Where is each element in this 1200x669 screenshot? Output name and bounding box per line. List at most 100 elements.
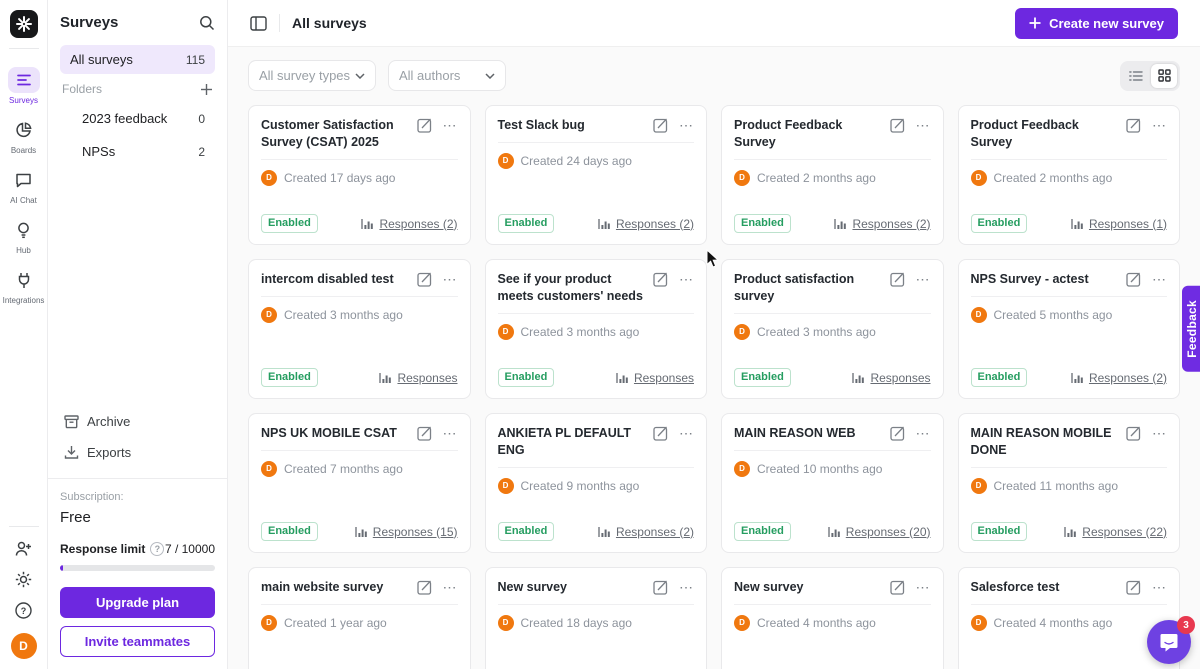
- edit-icon[interactable]: [653, 425, 669, 441]
- survey-card[interactable]: Product Feedback Survey ⋯ D Created 2 mo…: [958, 105, 1181, 245]
- survey-types-dropdown[interactable]: All survey types: [248, 60, 376, 91]
- help-icon[interactable]: ?: [15, 602, 32, 619]
- survey-card[interactable]: NPS UK MOBILE CSAT ⋯ D Created 7 months …: [248, 413, 471, 553]
- authors-dropdown[interactable]: All authors: [388, 60, 506, 91]
- edit-icon[interactable]: [653, 117, 669, 133]
- grid-view-button[interactable]: [1151, 64, 1177, 88]
- folder-item[interactable]: 2023 feedback 0: [60, 102, 215, 135]
- responses-link[interactable]: Responses (22): [1064, 525, 1167, 539]
- card-menu-icon[interactable]: ⋯: [443, 274, 458, 284]
- sidebar-item-all-surveys[interactable]: All surveys 115: [60, 45, 215, 74]
- status-badge: Enabled: [498, 214, 555, 233]
- all-surveys-label: All surveys: [70, 52, 133, 67]
- survey-card[interactable]: Salesforce test ⋯ D Created 4 months ago: [958, 567, 1181, 669]
- edit-icon[interactable]: [890, 117, 906, 133]
- exports-link[interactable]: Exports: [60, 437, 215, 468]
- responses-chart-icon: [616, 372, 629, 384]
- survey-card[interactable]: Product satisfaction survey ⋯ D Created …: [721, 259, 944, 399]
- user-avatar[interactable]: D: [11, 633, 37, 659]
- card-divider: [498, 467, 695, 468]
- chat-widget-button[interactable]: 3: [1147, 620, 1191, 664]
- responses-link[interactable]: Responses (2): [598, 217, 694, 231]
- card-divider: [734, 450, 931, 451]
- card-menu-icon[interactable]: ⋯: [916, 582, 931, 592]
- edit-icon[interactable]: [417, 425, 433, 441]
- edit-icon[interactable]: [653, 271, 669, 287]
- edit-icon[interactable]: [417, 271, 433, 287]
- survey-card[interactable]: MAIN REASON WEB ⋯ D Created 10 months ag…: [721, 413, 944, 553]
- sidebar-title: Surveys: [60, 14, 118, 31]
- responses-link[interactable]: Responses: [852, 371, 930, 385]
- survey-card[interactable]: Product Feedback Survey ⋯ D Created 2 mo…: [721, 105, 944, 245]
- add-folder-icon[interactable]: [200, 83, 213, 96]
- survey-card[interactable]: Test Slack bug ⋯ D Created 24 days ago E…: [485, 105, 708, 245]
- folder-item[interactable]: NPSs 2: [60, 135, 215, 168]
- edit-icon[interactable]: [890, 579, 906, 595]
- edit-icon[interactable]: [890, 425, 906, 441]
- card-menu-icon[interactable]: ⋯: [1152, 274, 1167, 284]
- upgrade-plan-button[interactable]: Upgrade plan: [60, 587, 215, 618]
- survey-card[interactable]: New survey ⋯ D Created 4 months ago: [721, 567, 944, 669]
- edit-icon[interactable]: [1126, 271, 1142, 287]
- responses-label: Responses: [870, 371, 930, 385]
- collapse-sidebar-icon[interactable]: [250, 16, 267, 31]
- search-icon[interactable]: [199, 15, 215, 31]
- create-button-label: Create new survey: [1049, 16, 1164, 31]
- edit-icon[interactable]: [1126, 117, 1142, 133]
- creator-avatar: D: [261, 615, 277, 631]
- card-menu-icon[interactable]: ⋯: [443, 428, 458, 438]
- invite-teammates-button[interactable]: Invite teammates: [60, 626, 215, 657]
- survey-card[interactable]: New survey ⋯ D Created 18 days ago: [485, 567, 708, 669]
- responses-link[interactable]: Responses (2): [598, 525, 694, 539]
- create-new-survey-button[interactable]: Create new survey: [1015, 8, 1178, 39]
- settings-icon[interactable]: [15, 571, 32, 588]
- responses-link[interactable]: Responses (2): [1071, 371, 1167, 385]
- edit-icon[interactable]: [890, 271, 906, 287]
- responses-link[interactable]: Responses (20): [828, 525, 931, 539]
- survey-card[interactable]: Customer Satisfaction Survey (CSAT) 2025…: [248, 105, 471, 245]
- responses-label: Responses (2): [379, 217, 457, 231]
- responses-chart-icon: [598, 526, 611, 538]
- edit-icon[interactable]: [1126, 579, 1142, 595]
- edit-icon[interactable]: [417, 579, 433, 595]
- survey-card[interactable]: NPS Survey - actest ⋯ D Created 5 months…: [958, 259, 1181, 399]
- rail-bottom: ? D: [9, 526, 39, 659]
- card-menu-icon[interactable]: ⋯: [916, 274, 931, 284]
- card-menu-icon[interactable]: ⋯: [1152, 428, 1167, 438]
- card-menu-icon[interactable]: ⋯: [679, 428, 694, 438]
- responses-link[interactable]: Responses (2): [361, 217, 457, 231]
- rail-item-ai-chat[interactable]: AI Chat: [8, 167, 40, 205]
- survey-card[interactable]: See if your product meets customers' nee…: [485, 259, 708, 399]
- app-logo[interactable]: [10, 10, 38, 38]
- card-menu-icon[interactable]: ⋯: [916, 428, 931, 438]
- rail-item-surveys[interactable]: Surveys: [8, 67, 40, 105]
- archive-link[interactable]: Archive: [60, 406, 215, 437]
- rail-item-integrations[interactable]: Integrations: [3, 267, 45, 305]
- responses-link[interactable]: Responses (15): [355, 525, 458, 539]
- card-menu-icon[interactable]: ⋯: [1152, 120, 1167, 130]
- card-menu-icon[interactable]: ⋯: [1152, 582, 1167, 592]
- responses-link[interactable]: Responses: [379, 371, 457, 385]
- survey-card[interactable]: MAIN REASON MOBILE DONE ⋯ D Created 11 m…: [958, 413, 1181, 553]
- responses-link[interactable]: Responses: [616, 371, 694, 385]
- rail-item-boards[interactable]: Boards: [8, 117, 40, 155]
- card-menu-icon[interactable]: ⋯: [443, 120, 458, 130]
- response-limit-help-icon[interactable]: ?: [150, 542, 164, 556]
- edit-icon[interactable]: [653, 579, 669, 595]
- survey-card[interactable]: ANKIETA PL DEFAULT ENG ⋯ D Created 9 mon…: [485, 413, 708, 553]
- survey-card[interactable]: main website survey ⋯ D Created 1 year a…: [248, 567, 471, 669]
- invite-icon[interactable]: [15, 541, 32, 557]
- edit-icon[interactable]: [417, 117, 433, 133]
- card-menu-icon[interactable]: ⋯: [443, 582, 458, 592]
- feedback-tab[interactable]: Feedback: [1182, 286, 1200, 372]
- edit-icon[interactable]: [1126, 425, 1142, 441]
- card-menu-icon[interactable]: ⋯: [679, 582, 694, 592]
- card-menu-icon[interactable]: ⋯: [679, 274, 694, 284]
- card-menu-icon[interactable]: ⋯: [916, 120, 931, 130]
- card-menu-icon[interactable]: ⋯: [679, 120, 694, 130]
- rail-item-hub[interactable]: Hub: [8, 217, 40, 255]
- responses-link[interactable]: Responses (2): [834, 217, 930, 231]
- responses-link[interactable]: Responses (1): [1071, 217, 1167, 231]
- list-view-button[interactable]: [1123, 64, 1149, 88]
- survey-card[interactable]: intercom disabled test ⋯ D Created 3 mon…: [248, 259, 471, 399]
